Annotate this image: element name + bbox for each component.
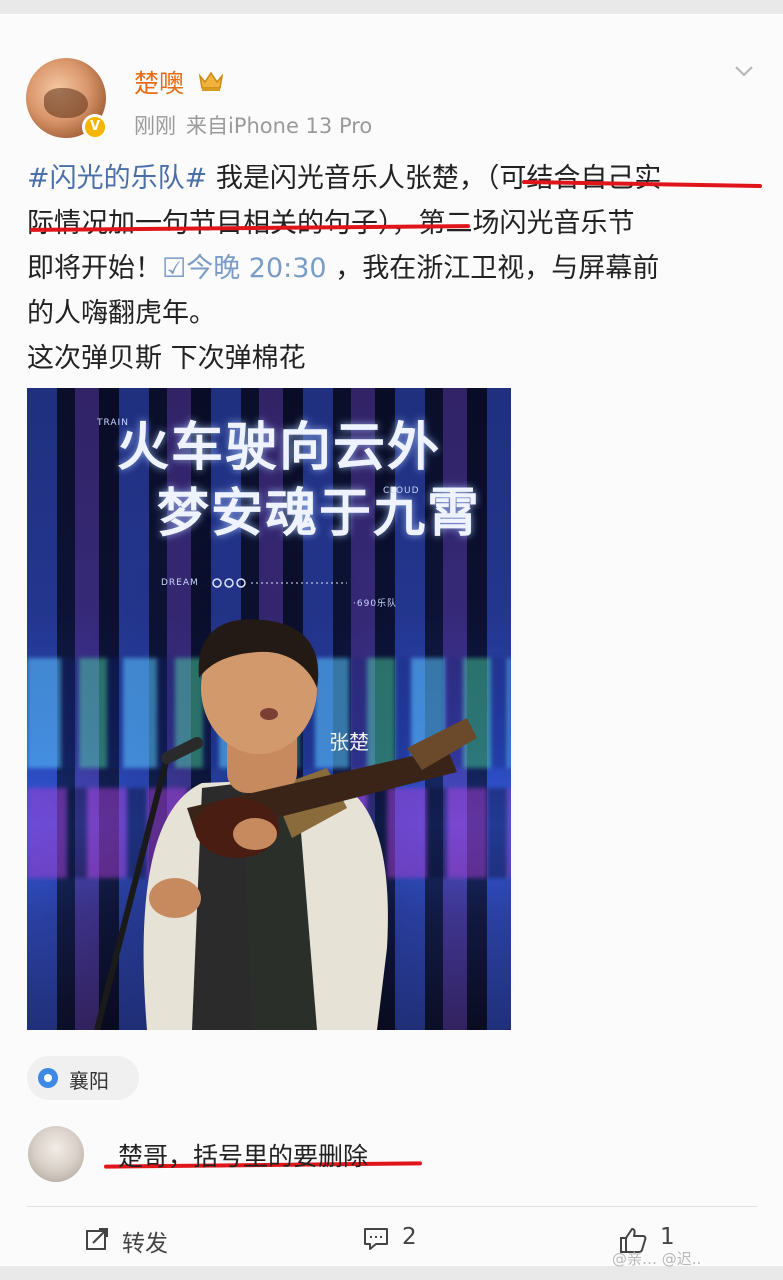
verified-badge-icon: V <box>82 114 108 140</box>
post-source: 来自iPhone 13 Pro <box>186 114 373 138</box>
performer-illustration <box>94 619 477 1030</box>
hashtag-link[interactable]: #闪光的乐队# <box>27 163 207 194</box>
username[interactable]: 楚噢 <box>134 64 184 100</box>
chevron-down-icon[interactable] <box>734 64 754 78</box>
location-pin-icon <box>38 1068 58 1088</box>
post-text: 我是闪光音乐人张楚，（可结合自己实 <box>207 163 662 194</box>
post-line-2: 际情况加一句节目相关的句子），第二场闪光音乐节 <box>27 208 635 239</box>
performer-name: 张楚 <box>329 730 369 754</box>
post-body: #闪光的乐队# 我是闪光音乐人张楚，（可结合自己实 际情况加一句节目相关的句子）… <box>27 156 757 381</box>
post-line-1: #闪光的乐队# 我是闪光音乐人张楚，（可结合自己实 <box>27 156 757 201</box>
post-text: ，我在浙江卫视，与屏幕前 <box>326 253 660 284</box>
post-meta: 刚刚 来自iPhone 13 Pro <box>134 110 372 140</box>
location-tag[interactable]: 襄阳 <box>27 1056 139 1100</box>
post-image[interactable]: 火车驶向云外 梦安魂于九霄 TRAIN CLOUD DREAM ·690乐队 张… <box>27 388 511 1030</box>
post-line-3: 即将开始！☑今晚 20:30 ，我在浙江卫视，与屏幕前 <box>27 246 757 291</box>
location-label: 襄阳 <box>69 1069 109 1093</box>
comment-button[interactable]: 2 <box>362 1222 432 1258</box>
post-line-4: 的人嗨翻虎年。 <box>27 298 216 329</box>
divider <box>27 1206 757 1207</box>
like-count: 1 <box>660 1224 675 1250</box>
crown-icon <box>198 71 224 91</box>
repost-button[interactable]: 转发 <box>84 1222 204 1258</box>
repost-label: 转发 <box>122 1231 168 1257</box>
post-timestamp: 刚刚 <box>134 114 176 138</box>
comment-icon <box>364 1228 388 1250</box>
post-text: 即将开始！ <box>27 253 162 284</box>
repost-icon <box>86 1228 108 1250</box>
comment-count: 2 <box>402 1224 417 1250</box>
weibo-watermark: @亲… @迟.. <box>612 1250 702 1268</box>
time-reference-link[interactable]: ☑今晚 20:30 <box>162 253 327 284</box>
comment-text: 楚哥，括号里的要删除 <box>118 1142 369 1171</box>
post-line-5: 这次弹贝斯 下次弹棉花 <box>27 343 306 374</box>
weibo-post-card: V 楚噢 刚刚 来自iPhone 13 Pro #闪光的乐队# 我是闪光音乐人张楚… <box>0 14 783 1266</box>
commenter-avatar[interactable] <box>28 1126 84 1182</box>
